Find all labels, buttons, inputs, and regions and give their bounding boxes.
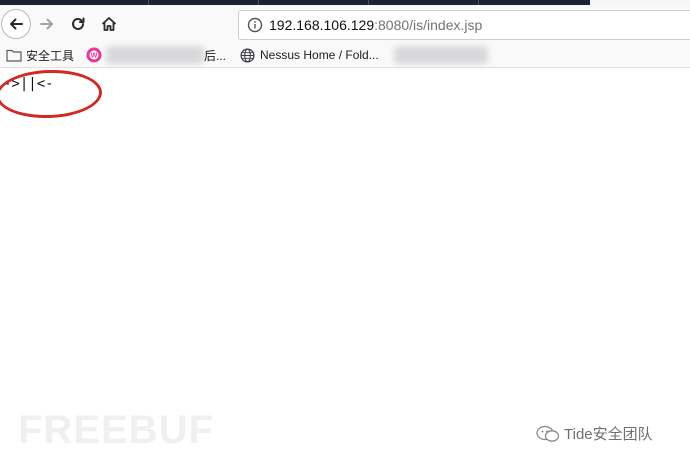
bookmark-nessus[interactable]: Nessus Home / Fold...	[240, 46, 379, 64]
forward-button[interactable]	[32, 9, 62, 39]
bookmark-security-tools[interactable]: 安全工具	[6, 46, 74, 64]
wechat-icon	[536, 425, 560, 442]
bookmark-label: 安全工具	[26, 48, 75, 63]
blurred-bookmark-text	[106, 46, 204, 64]
arrow-left-icon	[10, 18, 23, 30]
home-button[interactable]	[94, 9, 124, 39]
reload-icon	[72, 17, 85, 30]
blurred-bookmark-text	[394, 46, 488, 64]
url-path: :8080/is/index.jsp	[374, 17, 483, 33]
globe-icon	[240, 48, 255, 62]
reload-button[interactable]	[63, 9, 93, 39]
url-text[interactable]: 192.168.106.129:8080/is/index.jsp	[269, 17, 482, 33]
bookmark-label: 后...	[204, 48, 227, 63]
author-label: Tide安全团队	[564, 426, 653, 443]
address-bar[interactable]: 192.168.106.129:8080/is/index.jsp	[238, 10, 690, 40]
page-content: ->||<-	[0, 68, 690, 463]
home-icon	[101, 17, 117, 31]
url-host: 192.168.106.129	[269, 17, 375, 33]
bookmark-blurred[interactable]: W	[86, 46, 102, 64]
freebuf-watermark: FREEBUF	[18, 408, 214, 452]
back-button[interactable]	[1, 9, 31, 39]
wechat-watermark: Tide安全团队	[536, 423, 653, 444]
bookmarks-bar: 安全工具 W 后... Nessus Home / Fold...	[0, 43, 690, 68]
arrow-right-icon	[40, 18, 53, 30]
w-logo-icon: W	[86, 47, 102, 63]
bookmark-hou[interactable]: 后...	[204, 46, 226, 64]
info-icon[interactable]	[247, 17, 263, 33]
folder-icon	[6, 49, 22, 62]
browser-toolbar: 192.168.106.129:8080/is/index.jsp	[0, 5, 690, 43]
bookmark-label: Nessus Home / Fold...	[260, 48, 379, 62]
svg-text:W: W	[91, 53, 98, 60]
